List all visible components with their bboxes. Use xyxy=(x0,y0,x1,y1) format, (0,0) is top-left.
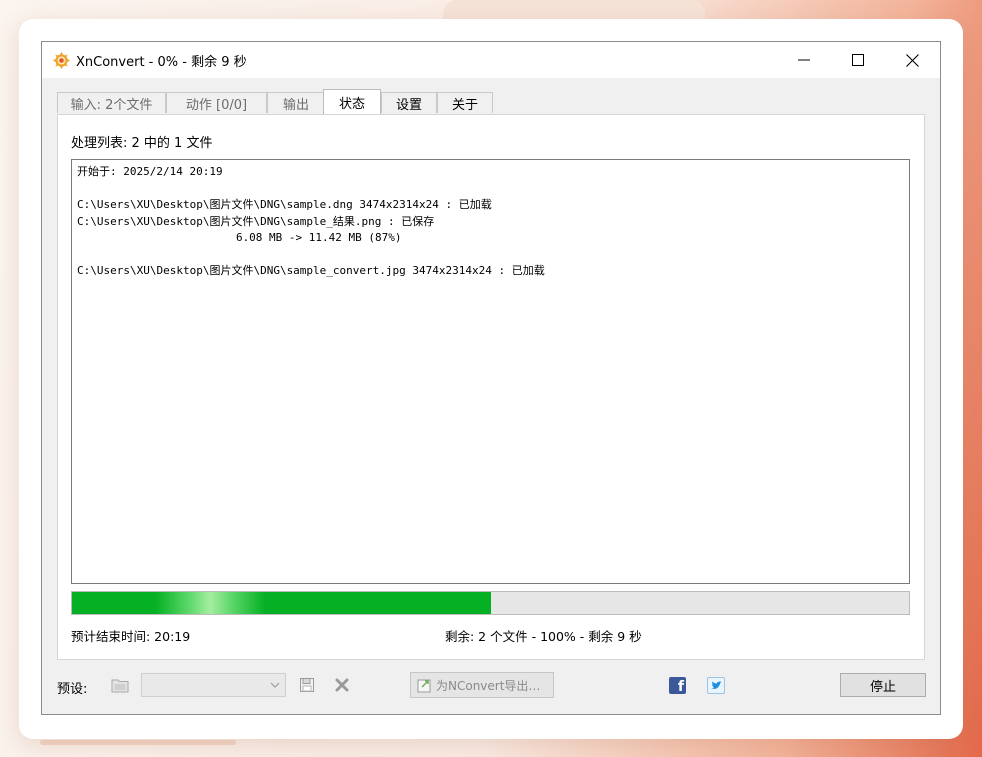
tab-settings[interactable]: 设置 xyxy=(381,92,437,113)
maximize-button[interactable] xyxy=(836,42,880,78)
xnconvert-window: XnConvert - 0% - 剩余 9 秒 输入: 2个文件 动作 [0/0… xyxy=(41,41,941,715)
log-line: C:\Users\XU\Desktop\图片文件\DNG\sample.dng … xyxy=(77,198,492,211)
delete-icon xyxy=(335,678,349,692)
tab-actions[interactable]: 动作 [0/0] xyxy=(166,92,267,113)
delete-preset-button[interactable] xyxy=(332,675,352,695)
minimize-button[interactable] xyxy=(782,42,826,78)
progress-bar xyxy=(71,591,910,615)
app-logo-icon xyxy=(52,51,71,70)
export-icon xyxy=(417,679,431,692)
stop-button[interactable]: 停止 xyxy=(840,673,926,697)
export-nconvert-button[interactable]: 为NConvert导出… xyxy=(410,672,554,698)
export-nconvert-label: 为NConvert导出… xyxy=(436,678,541,693)
estimated-end-time: 预计结束时间: 20:19 xyxy=(71,629,191,644)
status-panel: 处理列表: 2 中的 1 文件 开始于: 2025/2/14 20:19 C:\… xyxy=(57,114,925,660)
tab-input[interactable]: 输入: 2个文件 xyxy=(57,92,166,113)
bottom-toolbar: 预设: 为NConvert导出… f 停止 xyxy=(42,666,940,706)
close-icon xyxy=(905,53,919,67)
chevron-down-icon xyxy=(270,682,280,688)
title-bar[interactable]: XnConvert - 0% - 剩余 9 秒 xyxy=(42,42,940,78)
facebook-icon[interactable]: f xyxy=(669,677,686,694)
log-output[interactable]: 开始于: 2025/2/14 20:19 C:\Users\XU\Desktop… xyxy=(71,159,910,584)
log-line: C:\Users\XU\Desktop\图片文件\DNG\sample_结果.p… xyxy=(77,214,435,228)
folder-icon xyxy=(111,679,129,693)
progress-bar-fill xyxy=(72,592,491,614)
tab-about[interactable]: 关于 xyxy=(437,92,493,113)
background-bar xyxy=(40,740,236,745)
log-line: C:\Users\XU\Desktop\图片文件\DNG\sample_conv… xyxy=(77,264,545,277)
preset-label: 预设: xyxy=(57,682,88,697)
processing-list-label: 处理列表: 2 中的 1 文件 xyxy=(71,136,213,151)
open-preset-button[interactable] xyxy=(110,675,130,695)
log-line: 开始于: 2025/2/14 20:19 xyxy=(77,165,223,178)
close-button[interactable] xyxy=(890,42,934,78)
remaining-summary: 剩余: 2 个文件 - 100% - 剩余 9 秒 xyxy=(445,629,642,644)
twitter-bird-glyph xyxy=(711,680,722,689)
log-line: 6.08 MB -> 11.42 MB (87%) xyxy=(77,231,402,244)
twitter-icon[interactable] xyxy=(707,677,725,694)
save-icon xyxy=(300,678,314,692)
maximize-icon xyxy=(852,54,864,66)
minimize-icon xyxy=(798,59,810,61)
save-preset-button[interactable] xyxy=(297,675,317,695)
tab-status[interactable]: 状态 xyxy=(323,89,381,114)
window-title: XnConvert - 0% - 剩余 9 秒 xyxy=(76,55,247,70)
preset-dropdown[interactable] xyxy=(141,673,286,697)
tab-output[interactable]: 输出 xyxy=(267,92,325,113)
